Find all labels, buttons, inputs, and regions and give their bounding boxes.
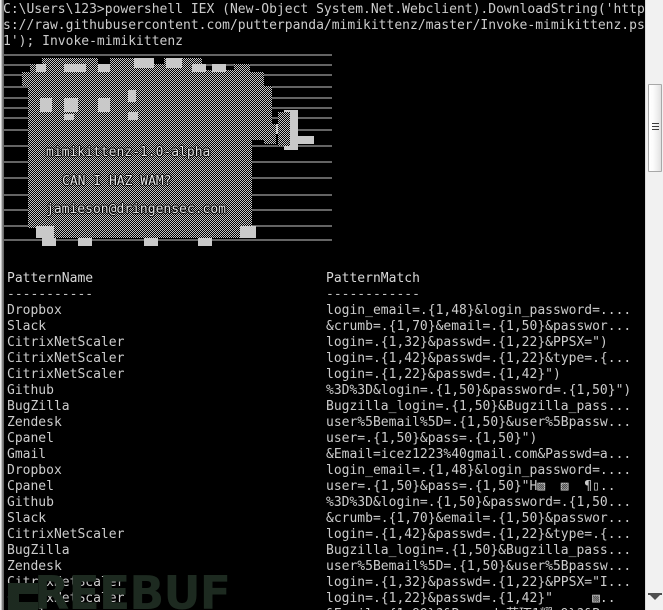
cell-pattern-match: %3D%3D&login=.{1,50}&password=.{1,50}") — [326, 383, 632, 398]
cell-pattern-match: user%5Bemail%5D=.{1,50}&user%5Bpassw... — [326, 559, 632, 574]
cell-pattern-name: CitrixNetScaler — [7, 351, 125, 366]
table-row: CitrixNetScaler login=.{1,42}&passwd=.{1… — [7, 351, 647, 367]
table-row: Slack &crumb=.{1,70}&email=.{1,50}&passw… — [7, 511, 647, 527]
table-header-rule: ----------- ------------ — [7, 287, 647, 303]
command-prompt-line: C:\Users\123>powershell IEX (New-Object … — [3, 2, 645, 49]
cell-pattern-match: user%5Bemail%5D=.{1,50}&user%5Bpassw... — [326, 415, 632, 430]
table-row: Cpanel user=.{1,50}&pass=.{1,50}"H▧ ▨ ¶▯… — [7, 479, 647, 495]
table-row: CitrixNetScaler login=.{1,22}&passwd=.{1… — [7, 367, 647, 383]
vertical-scrollbar[interactable] — [645, 0, 663, 610]
watermark-text: REEBUF — [34, 566, 231, 610]
cell-pattern-match: login=.{1,32}&passwd=.{1,22}&PPSX="I... — [326, 575, 632, 590]
cell-pattern-name: Slack — [7, 319, 47, 334]
banner-version: mimikittenz-1.0-alpha — [46, 145, 211, 160]
cell-pattern-match: login=.{1,42}&passwd=.{1,22}&type=.{... — [326, 351, 632, 366]
table-row: CitrixNetScaler login=.{1,32}&passwd=.{1… — [7, 335, 647, 351]
mimikittenz-ascii-banner: mimikittenz-1.0-alpha CAN I HAZ WAM? jam… — [2, 50, 332, 250]
cell-pattern-match: user=.{1,50}&pass=.{1,50}"H▧ ▨ ¶▯.. — [326, 479, 616, 494]
cell-pattern-name: BugZilla — [7, 399, 70, 414]
cell-pattern-name: Cpanel — [7, 479, 54, 494]
table-row: Cpanel user=.{1,50}&pass=.{1,50}") — [7, 431, 647, 447]
cell-pattern-name: CitrixNetScaler — [7, 527, 125, 542]
cell-pattern-name: Github — [7, 495, 54, 510]
cell-pattern-name: Github — [7, 383, 54, 398]
cell-pattern-match: &crumb=.{1,70}&email=.{1,50}&passwor... — [326, 511, 632, 526]
cell-pattern-match: Bugzilla_login=.{1,50}&Bugzilla_pass... — [326, 543, 632, 558]
window-left-edge — [0, 0, 4, 610]
scrollbar-grip-icon — [652, 123, 659, 132]
cell-pattern-match: user=.{1,50}&pass=.{1,50}") — [326, 431, 538, 446]
cell-pattern-name: Gmail — [7, 447, 47, 462]
table-row: BugZilla Bugzilla_login=.{1,50}&Bugzilla… — [7, 543, 647, 559]
freebuf-watermark: REEBUF — [8, 566, 231, 610]
table-row: Dropbox login_email=.{1,48}&login_passwo… — [7, 463, 647, 479]
cell-pattern-name: Cpanel — [7, 431, 54, 446]
table-row: Github %3D%3D&login=.{1,50}&password=.{1… — [7, 495, 647, 511]
cell-pattern-match: login=.{1,42}&passwd=.{1,22}&type=.{... — [326, 527, 632, 542]
cell-pattern-match: &Email=icez1223%40gmail.com&Passwd=a... — [326, 447, 632, 462]
table-row: Gmail &Email=icez1223%40gmail.com&Passwd… — [7, 447, 647, 463]
cell-pattern-match: %3D%3D&login=.{1,50}&password=.{1,50... — [326, 495, 632, 510]
table-row: BugZilla Bugzilla_login=.{1,50}&Bugzilla… — [7, 399, 647, 415]
banner-contact: jamieson@dringensec.com — [46, 202, 227, 217]
table-row: Zendesk user%5Bemail%5D=.{1,50}&user%5Bp… — [7, 415, 647, 431]
banner-tagline: CAN I HAZ WAM? — [62, 174, 172, 189]
cell-pattern-name: CitrixNetScaler — [7, 367, 125, 382]
cell-pattern-match: &crumb=.{1,70}&email=.{1,50}&passwor... — [326, 319, 632, 334]
results-table: PatternName PatternMatch ----------- ---… — [7, 271, 647, 610]
cell-pattern-name: Slack — [7, 511, 47, 526]
cell-pattern-match: Bugzilla_login=.{1,50}&Bugzilla_pass... — [326, 399, 632, 414]
cell-pattern-match: login=.{1,22}&passwd=.{1,42}" ▧.. — [326, 591, 616, 606]
cell-pattern-match: login=.{1,32}&passwd=.{1,22}&PPSX=") — [326, 335, 608, 350]
powershell-console-window: C:\Users\123>powershell IEX (New-Object … — [0, 0, 663, 610]
cell-pattern-name: CitrixNetScaler — [7, 335, 125, 350]
rule-pattern-name: ----------- — [7, 287, 94, 302]
freebuf-logo-icon — [8, 583, 38, 610]
table-row: CitrixNetScaler login=.{1,42}&passwd=.{1… — [7, 527, 647, 543]
cell-pattern-name: BugZilla — [7, 543, 70, 558]
rule-pattern-match: ------------ — [326, 287, 420, 302]
cell-pattern-name: Dropbox — [7, 463, 62, 478]
table-row: Dropbox login_email=.{1,48}&login_passwo… — [7, 303, 647, 319]
scroll-down-arrow-icon[interactable] — [650, 595, 660, 600]
table-header-row: PatternName PatternMatch — [7, 271, 647, 287]
table-row: Github %3D%3D&login=.{1,50}&password=.{1… — [7, 383, 647, 399]
cell-pattern-match: login=.{1,22}&passwd=.{1,42}") — [326, 367, 561, 382]
cell-pattern-match: login_email=.{1,48}&login_password=.... — [326, 303, 632, 318]
cell-pattern-name: Dropbox — [7, 303, 62, 318]
cell-pattern-match: login_email=.{1,48}&login_password=.... — [326, 463, 632, 478]
table-row: Slack &crumb=.{1,70}&email=.{1,50}&passw… — [7, 319, 647, 335]
scrollbar-thumb[interactable] — [648, 84, 662, 172]
column-header-pattern-match: PatternMatch — [326, 271, 420, 286]
cell-pattern-name: Zendesk — [7, 415, 62, 430]
column-header-pattern-name: PatternName — [7, 271, 94, 286]
